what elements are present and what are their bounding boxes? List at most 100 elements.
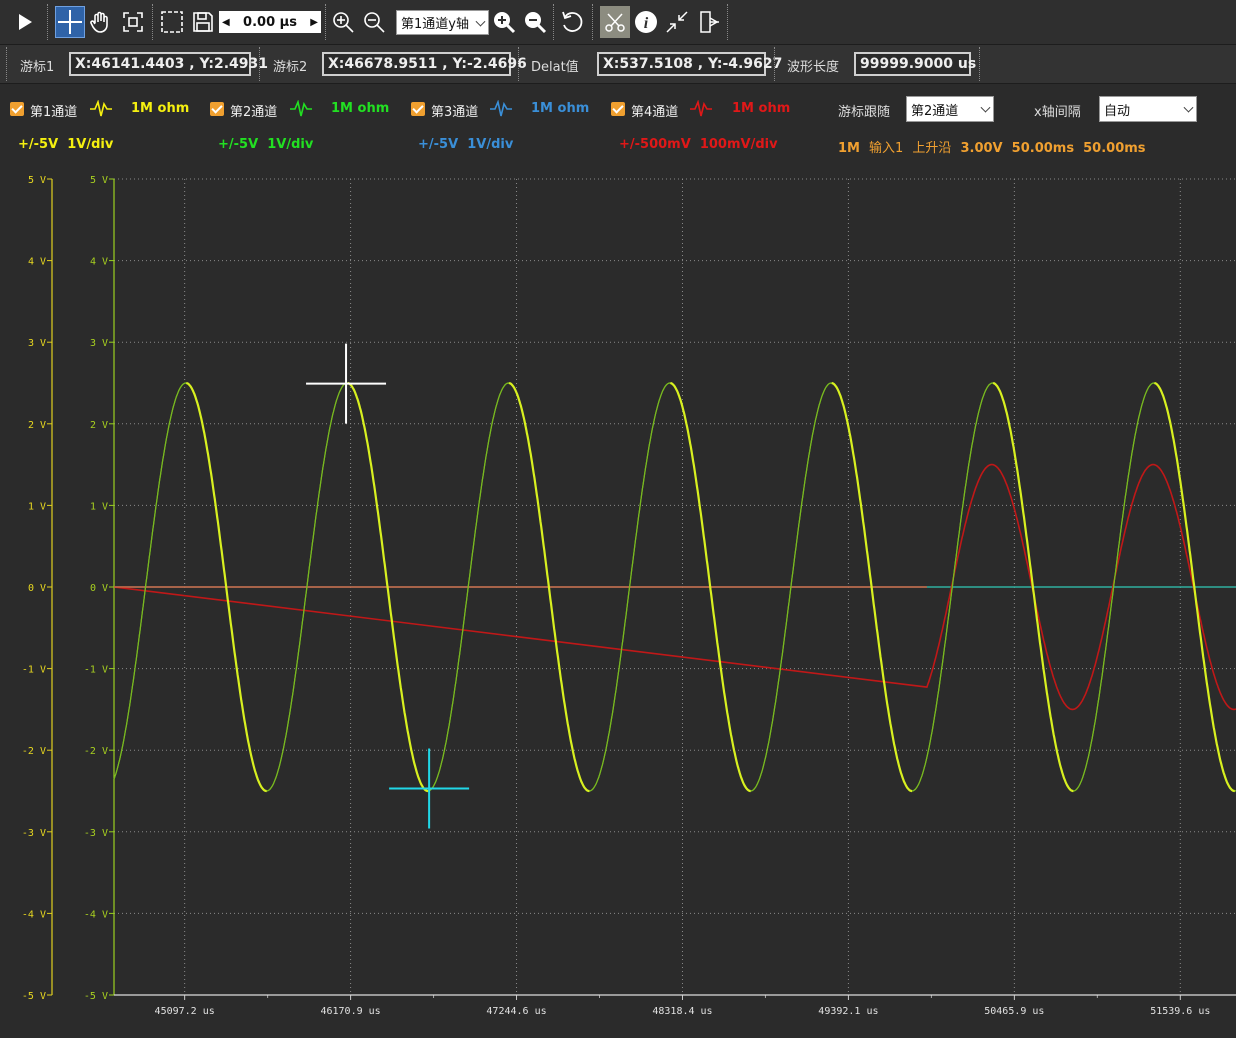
- cursor1-label: 游标1: [20, 60, 55, 75]
- shrink-icon[interactable]: [662, 6, 692, 38]
- toolbar-separator: [774, 47, 776, 81]
- toolbar-separator: [518, 47, 520, 81]
- channel1-wave-icon: [90, 99, 112, 122]
- channel1-range-value: +/-5V: [18, 137, 59, 152]
- y-tick-label-ch1: 1 V: [28, 501, 46, 512]
- cursor-follow-select[interactable]: 第2通道: [906, 96, 994, 122]
- toolbar-separator: [727, 4, 729, 40]
- channel4-impedance: 1M ohm: [732, 101, 791, 116]
- toolbar-separator: [979, 47, 981, 81]
- y-tick-label-ch2: 0 V: [90, 583, 108, 594]
- channel3-checkbox[interactable]: [411, 102, 425, 116]
- y-tick-label-ch1: -4 V: [22, 909, 46, 920]
- toolbar: ◀ 0.00 μs ▶ 第1通道y轴 i: [0, 0, 1236, 45]
- y-tick-label-ch1: 3 V: [28, 338, 46, 349]
- y-tick-label-ch1: -1 V: [22, 665, 46, 676]
- save-icon[interactable]: [188, 6, 218, 38]
- channel2-wave-icon: [290, 99, 312, 122]
- channel3-scale: 1V/div: [467, 137, 514, 152]
- x-tick-label: 48318.4 us: [652, 1006, 712, 1017]
- y-tick-label-ch2: -1 V: [84, 665, 108, 676]
- y-tick-label-ch2: -2 V: [84, 746, 108, 757]
- channel-bar: 第1通道 1M ohm 第2通道 1M ohm 第3通道 1M ohm 第4通道…: [0, 90, 1236, 160]
- y-tick-label-ch2: 3 V: [90, 338, 108, 349]
- channel1-name: 第1通道: [30, 105, 78, 120]
- toolbar-separator: [553, 4, 555, 40]
- exit-icon[interactable]: [694, 6, 724, 38]
- channel4-range-value: +/-500mV: [619, 137, 691, 152]
- toolbar-separator: [47, 4, 49, 40]
- x-tick-label: 49392.1 us: [818, 1006, 878, 1017]
- chevron-down-icon: [475, 16, 486, 27]
- channel2-range-value: +/-5V: [218, 137, 259, 152]
- channel3-range-value: +/-5V: [418, 137, 459, 152]
- time-offset-stepper[interactable]: ◀ 0.00 μs ▶: [219, 11, 321, 33]
- channel3-range: +/-5V 1V/div: [418, 137, 513, 152]
- time-offset-value[interactable]: 0.00 μs: [243, 15, 297, 30]
- play-icon[interactable]: [10, 6, 40, 38]
- channel2-range: +/-5V 1V/div: [218, 137, 313, 152]
- channel4-checkbox[interactable]: [611, 102, 625, 116]
- waveform-length-value: 99999.9000 us: [854, 52, 976, 76]
- x-interval-value: 自动: [1104, 103, 1131, 119]
- info-icon[interactable]: i: [631, 6, 661, 38]
- y-tick-label-ch1: -5 V: [22, 991, 46, 1002]
- chevron-down-icon: [980, 102, 991, 113]
- hand-icon[interactable]: [86, 6, 116, 38]
- channel1-trace: [113, 382, 187, 780]
- channel1-checkbox[interactable]: [10, 102, 24, 116]
- y-tick-label-ch1: 5 V: [28, 175, 46, 186]
- channel4-range: +/-500mV 100mV/div: [619, 137, 778, 152]
- zoom-in-y-icon[interactable]: [489, 6, 519, 38]
- yaxis-select[interactable]: 第1通道y轴: [396, 10, 489, 35]
- trigger-time1: 50.00ms: [1011, 141, 1075, 156]
- decrement-icon[interactable]: ◀: [222, 17, 230, 28]
- channel1-range: +/-5V 1V/div: [18, 137, 113, 152]
- trigger-time2: 50.00ms: [1083, 141, 1146, 156]
- y-tick-label-ch1: -3 V: [22, 828, 46, 839]
- toolbar-separator: [6, 47, 8, 81]
- y-tick-label-ch2: -3 V: [84, 828, 108, 839]
- channel2-name: 第2通道: [230, 105, 278, 120]
- yaxis-select-value: 第1通道y轴: [401, 17, 469, 32]
- scissors-icon[interactable]: [600, 6, 630, 38]
- x-tick-label: 47244.6 us: [486, 1006, 546, 1017]
- zoom-out-y-icon[interactable]: [520, 6, 550, 38]
- svg-text:i: i: [644, 15, 649, 32]
- trigger-impedance: 1M: [838, 141, 860, 156]
- channel1-scale: 1V/div: [67, 137, 114, 152]
- channel3-wave-icon: [490, 99, 512, 122]
- zoom-out-icon[interactable]: [359, 6, 389, 38]
- y-tick-label-ch2: -4 V: [84, 909, 108, 920]
- toolbar-separator: [259, 47, 261, 81]
- chevron-down-icon: [1183, 102, 1194, 113]
- delta-value: X:537.5108 , Y:-4.9627: [597, 52, 782, 76]
- increment-icon[interactable]: ▶: [310, 17, 318, 28]
- delta-label: Delat值: [531, 60, 579, 75]
- toolbar-separator: [325, 4, 327, 40]
- channel4-scale: 100mV/div: [699, 137, 778, 152]
- select-box-icon[interactable]: [157, 6, 187, 38]
- y-tick-label-ch1: 2 V: [28, 420, 46, 431]
- y-tick-label-ch1: -2 V: [22, 746, 46, 757]
- trigger-level: 3.00V: [960, 141, 1003, 156]
- y-tick-label-ch1: 0 V: [28, 583, 46, 594]
- waveform-plot[interactable]: 5 V 5 V 4 V 4 V 3 V 3 V 2 V 2 V 1 V 1 V 0 V 0 V -1 V…: [0, 160, 1236, 1038]
- zoom-in-icon[interactable]: [328, 6, 358, 38]
- x-interval-label: x轴间隔: [1034, 105, 1081, 120]
- cursor-follow-value: 第2通道: [911, 103, 959, 119]
- y-tick-label-ch2: 4 V: [90, 257, 108, 268]
- crosshair-icon[interactable]: [55, 6, 85, 38]
- cursor2-value: X:46678.9511 , Y:-2.4696: [322, 52, 527, 76]
- toolbar-separator: [592, 4, 594, 40]
- channel4-wave-icon: [690, 99, 712, 122]
- reset-icon[interactable]: [557, 6, 587, 38]
- channel2-scale: 1V/div: [267, 137, 314, 152]
- channel1-impedance: 1M ohm: [131, 101, 190, 116]
- channel2-checkbox[interactable]: [210, 102, 224, 116]
- x-tick-label: 51539.6 us: [1150, 1006, 1210, 1017]
- x-interval-select[interactable]: 自动: [1099, 96, 1197, 122]
- y-tick-label-ch2: 2 V: [90, 420, 108, 431]
- y-tick-label-ch1: 4 V: [28, 257, 46, 268]
- fit-icon[interactable]: [118, 6, 148, 38]
